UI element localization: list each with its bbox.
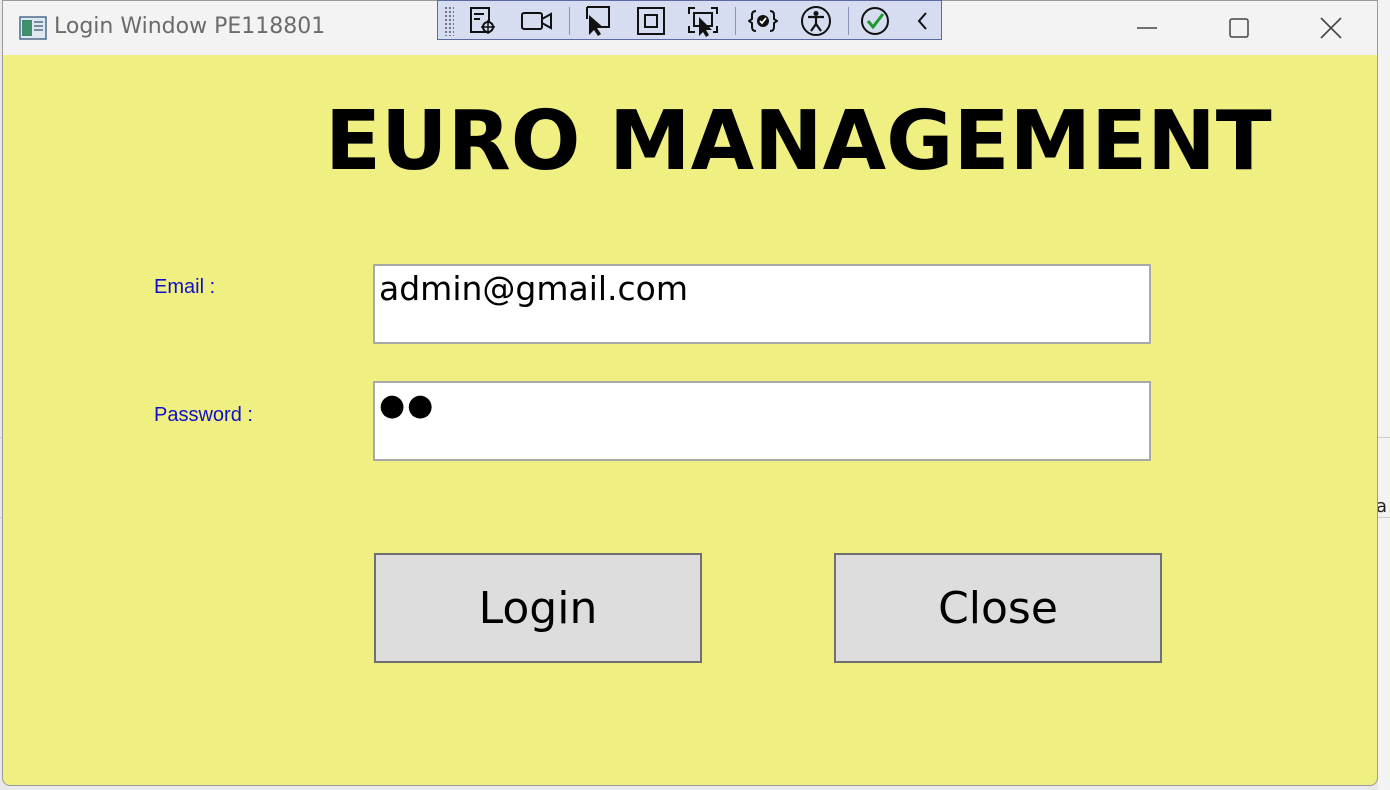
close-button[interactable]: Close — [834, 553, 1162, 663]
maximize-button[interactable] — [1193, 1, 1285, 55]
app-window-icon — [19, 16, 47, 40]
record-icon — [521, 12, 552, 30]
background-app-strip — [1378, 0, 1390, 790]
page-title: EURO MANAGEMENT — [325, 94, 1272, 189]
record-button[interactable] — [520, 5, 554, 37]
adorner-button[interactable] — [634, 5, 668, 37]
live-visual-tree-icon — [470, 7, 495, 34]
toolbar-separator — [569, 7, 570, 35]
checkmark-icon — [861, 7, 889, 35]
accessibility-icon — [801, 6, 831, 36]
xaml-debug-toolbar — [437, 0, 942, 40]
track-focus-button[interactable] — [686, 5, 720, 37]
track-focus-icon — [688, 7, 718, 37]
adorner-icon — [637, 7, 665, 35]
accessibility-button[interactable] — [799, 5, 833, 37]
email-label: Email : — [154, 276, 216, 298]
toolbar-separator — [735, 7, 736, 35]
toolbar-grip[interactable] — [444, 6, 454, 36]
select-element-icon — [586, 6, 610, 36]
close-window-button[interactable] — [1285, 1, 1377, 55]
login-button[interactable]: Login — [374, 553, 702, 663]
toolbar-separator — [848, 7, 849, 35]
email-field[interactable]: admin@gmail.com — [373, 264, 1151, 344]
binding-failures-icon — [748, 10, 778, 32]
password-label: Password : — [154, 404, 253, 426]
collapse-chevron-icon — [917, 12, 927, 30]
collapse-toolbar-button[interactable] — [906, 5, 940, 37]
minimize-button[interactable] — [1101, 1, 1193, 55]
password-field[interactable]: ●● — [373, 381, 1151, 461]
binding-failures-button[interactable] — [746, 5, 780, 37]
login-window: Login Window PE118801 EURO MANAGEMENT Em… — [2, 0, 1378, 786]
live-visual-tree-button[interactable] — [466, 5, 500, 37]
maximize-icon — [1229, 18, 1249, 38]
window-title: Login Window PE118801 — [54, 14, 326, 39]
close-icon — [1320, 17, 1342, 39]
select-element-button[interactable] — [580, 5, 614, 37]
checkmark-button[interactable] — [858, 5, 892, 37]
minimize-icon — [1137, 27, 1157, 29]
